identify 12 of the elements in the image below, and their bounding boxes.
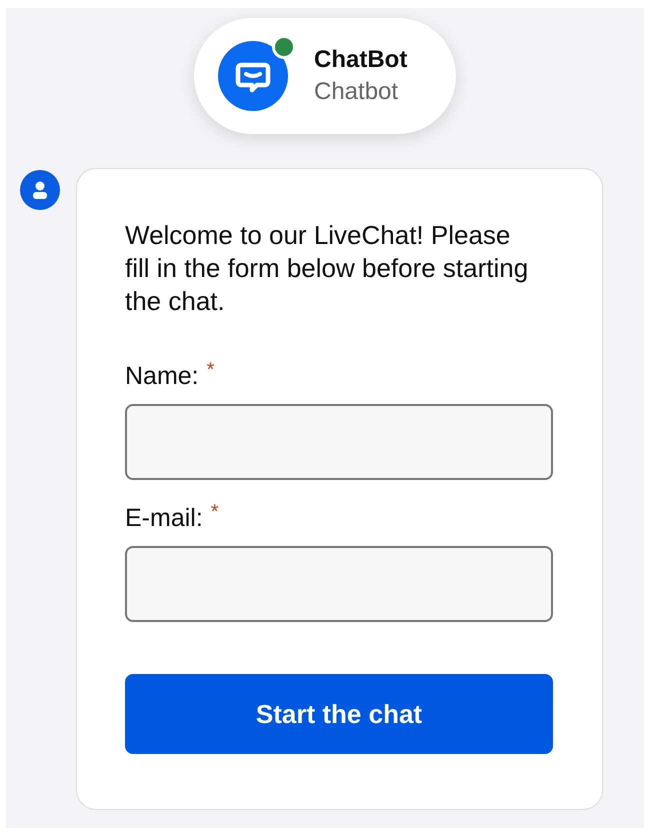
required-mark: * bbox=[206, 360, 214, 380]
required-mark: * bbox=[210, 502, 219, 522]
field-label: E-mail: bbox=[125, 503, 203, 534]
bot-name: ChatBot bbox=[314, 45, 408, 75]
user-avatar-icon bbox=[20, 170, 60, 210]
welcome-message: Welcome to our LiveChat! Please fill in the form below before starting the chat. bbox=[125, 219, 530, 318]
start-chat-button[interactable]: Start the chat bbox=[125, 674, 553, 754]
input-field[interactable] bbox=[125, 404, 553, 480]
chatbot-avatar-icon bbox=[218, 41, 288, 111]
input-field[interactable] bbox=[125, 546, 553, 622]
bot-subtitle: Chatbot bbox=[314, 77, 400, 107]
field-label: Name: bbox=[125, 361, 199, 392]
